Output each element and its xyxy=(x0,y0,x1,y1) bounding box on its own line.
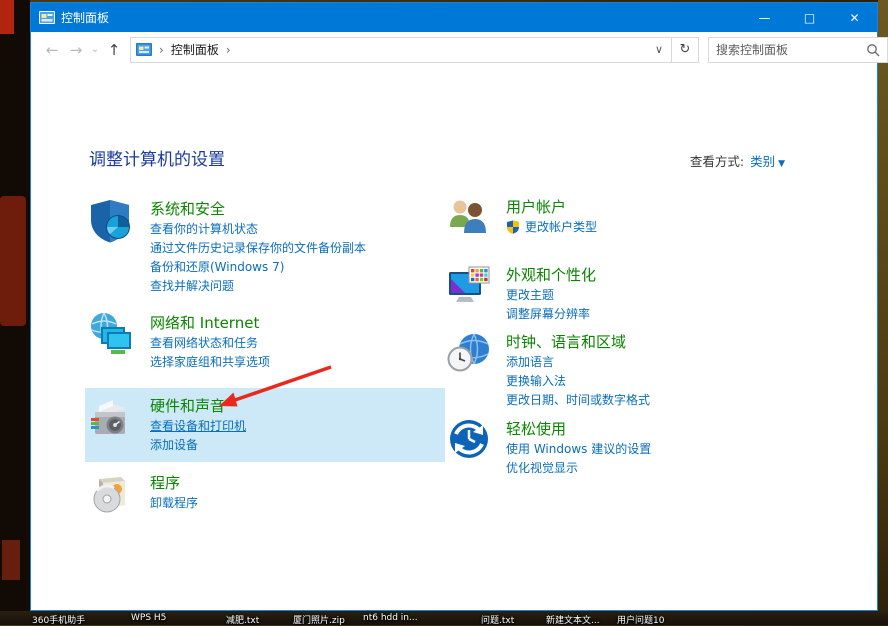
link-change-account-type[interactable]: 更改帐户类型 xyxy=(506,218,597,240)
link-change-theme[interactable]: 更改主题 xyxy=(506,286,596,305)
forward-icon[interactable]: → xyxy=(64,41,88,59)
history-chevron-icon[interactable]: ⌄ xyxy=(88,44,102,55)
link-network-status[interactable]: 查看网络状态和任务 xyxy=(150,334,270,353)
desktop-icon-label[interactable]: 新建文本文... xyxy=(546,613,600,626)
desktop-icon-label[interactable]: 问题.txt xyxy=(481,613,514,626)
link-add-language[interactable]: 添加语言 xyxy=(506,353,650,372)
link-screen-resolution[interactable]: 调整屏幕分辨率 xyxy=(506,305,596,324)
view-by-value[interactable]: 类别 xyxy=(750,154,775,169)
desktop-bottom-strip: 360手机助手 WPS H5 减肥.txt 厦门照片.zip nt6 hdd i… xyxy=(0,611,888,625)
printer-sound-icon[interactable] xyxy=(87,394,135,442)
desktop-left-strip xyxy=(0,0,30,625)
category-title-system-security[interactable]: 系统和安全 xyxy=(150,198,366,220)
clock-globe-icon[interactable] xyxy=(447,330,491,374)
category-clock-language-region: 时钟、语言和区域 添加语言 更换输入法 更改日期、时间或数字格式 xyxy=(447,330,807,410)
link-file-history-backup[interactable]: 通过文件历史记录保存你的文件备份副本 xyxy=(150,239,366,258)
titlebar[interactable]: 控制面板 — □ ✕ xyxy=(31,3,877,32)
category-hardware-sound: 硬件和声音 查看设备和打印机 添加设备 xyxy=(85,388,445,462)
address-location-icon[interactable] xyxy=(136,42,152,58)
link-backup-restore[interactable]: 备份和还原(Windows 7) xyxy=(150,258,366,277)
user-accounts-icon[interactable] xyxy=(447,195,491,239)
category-title-appearance[interactable]: 外观和个性化 xyxy=(506,264,596,286)
search-box[interactable] xyxy=(708,37,888,63)
link-change-input-method[interactable]: 更换输入法 xyxy=(506,372,650,391)
minimize-button[interactable]: — xyxy=(742,3,787,32)
page-title: 调整计算机的设置 xyxy=(89,145,225,170)
control-panel-window: 控制面板 — □ ✕ ← → ⌄ ↑ › 控制面板 › ∨ xyxy=(30,2,878,611)
breadcrumb-separator-icon: › xyxy=(159,43,164,57)
category-programs: 程序 卸载程序 xyxy=(87,471,447,519)
desktop-icon-label[interactable]: 减肥.txt xyxy=(226,613,259,626)
link-devices-printers[interactable]: 查看设备和打印机 xyxy=(150,417,246,436)
search-input[interactable] xyxy=(716,43,866,57)
category-column-left: 系统和安全 查看你的计算机状态 通过文件历史记录保存你的文件备份副本 备份和还原… xyxy=(87,197,447,534)
desktop-icon-fragment xyxy=(0,196,26,326)
link-uninstall-program[interactable]: 卸载程序 xyxy=(150,494,198,513)
uac-shield-icon xyxy=(506,220,520,240)
link-troubleshoot[interactable]: 查找并解决问题 xyxy=(150,277,366,296)
category-network-internet: 网络和 Internet 查看网络状态和任务 选择家庭组和共享选项 xyxy=(87,311,447,372)
security-shield-icon[interactable] xyxy=(87,197,135,245)
up-icon[interactable]: ↑ xyxy=(102,41,126,59)
category-title-clock-language[interactable]: 时钟、语言和区域 xyxy=(506,331,650,353)
link-date-time-format[interactable]: 更改日期、时间或数字格式 xyxy=(506,391,650,410)
desktop-icon-label[interactable]: nt6 hdd in... xyxy=(363,613,418,623)
personalization-monitor-icon[interactable] xyxy=(447,263,491,307)
network-globe-icon[interactable] xyxy=(87,311,135,359)
link-computer-status[interactable]: 查看你的计算机状态 xyxy=(150,220,366,239)
category-title-programs[interactable]: 程序 xyxy=(150,472,198,494)
link-optimize-visual[interactable]: 优化视觉显示 xyxy=(506,459,651,478)
breadcrumb-control-panel[interactable]: 控制面板 xyxy=(171,41,219,58)
content-area: 调整计算机的设置 查看方式: 类别▼ 系统和安全 xyxy=(31,67,877,610)
desktop-icon-label[interactable]: 360手机助手 xyxy=(32,613,85,626)
ease-of-access-icon[interactable] xyxy=(447,417,491,461)
link-label: 更改帐户类型 xyxy=(525,220,597,234)
close-button[interactable]: ✕ xyxy=(832,3,877,32)
control-panel-icon xyxy=(39,10,55,26)
category-ease-of-access: 轻松使用 使用 Windows 建议的设置 优化视觉显示 xyxy=(447,417,807,478)
link-suggested-settings[interactable]: 使用 Windows 建议的设置 xyxy=(506,440,651,459)
chevron-down-icon[interactable]: ▼ xyxy=(778,159,785,169)
link-add-device[interactable]: 添加设备 xyxy=(150,436,246,455)
view-by-label: 查看方式: xyxy=(690,154,744,169)
maximize-button[interactable]: □ xyxy=(787,3,832,32)
category-title-ease-of-access[interactable]: 轻松使用 xyxy=(506,418,651,440)
desktop-icon-fragment xyxy=(2,540,20,580)
address-dropdown-icon[interactable]: ∨ xyxy=(647,43,671,56)
desktop-icon-label[interactable]: WPS H5 xyxy=(131,613,166,623)
navigation-bar: ← → ⌄ ↑ › 控制面板 › ∨ ↻ xyxy=(31,32,877,67)
category-appearance-personalization: 外观和个性化 更改主题 调整屏幕分辨率 xyxy=(447,263,807,324)
window-title: 控制面板 xyxy=(61,9,109,26)
category-title-hardware-sound[interactable]: 硬件和声音 xyxy=(150,395,246,417)
desktop-icon-label[interactable]: 用户问题10 xyxy=(617,613,664,626)
breadcrumb-separator-icon[interactable]: › xyxy=(226,43,231,57)
desktop-right-strip xyxy=(878,0,888,625)
address-bar[interactable]: › 控制面板 › ∨ xyxy=(130,37,672,63)
category-title-user-accounts[interactable]: 用户帐户 xyxy=(506,196,597,218)
program-box-cd-icon[interactable] xyxy=(87,471,135,519)
category-column-right: 用户帐户 更改帐户类型 xyxy=(447,195,807,493)
desktop-icon-fragment xyxy=(0,0,14,34)
back-icon[interactable]: ← xyxy=(40,41,64,59)
desktop-icon-label[interactable]: 厦门照片.zip xyxy=(293,613,345,626)
category-title-network-internet[interactable]: 网络和 Internet xyxy=(150,312,270,334)
search-icon[interactable] xyxy=(866,43,880,57)
category-user-accounts: 用户帐户 更改帐户类型 xyxy=(447,195,807,240)
refresh-button[interactable]: ↻ xyxy=(672,37,699,63)
view-by-control[interactable]: 查看方式: 类别▼ xyxy=(690,151,785,170)
link-homegroup-sharing[interactable]: 选择家庭组和共享选项 xyxy=(150,353,270,372)
category-system-security: 系统和安全 查看你的计算机状态 通过文件历史记录保存你的文件备份副本 备份和还原… xyxy=(87,197,447,296)
